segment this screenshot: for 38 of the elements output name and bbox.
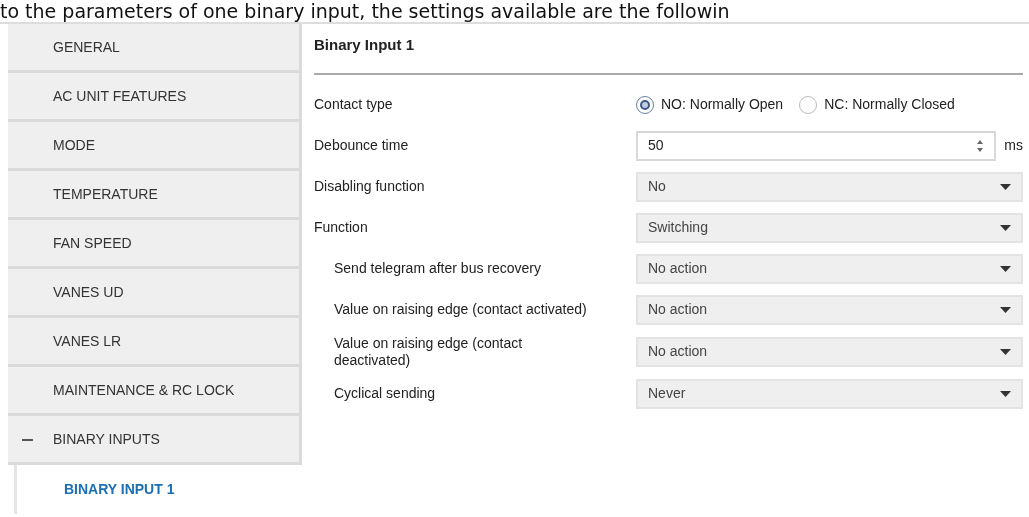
caret-icon <box>1000 224 1011 231</box>
spinner-icon[interactable] <box>976 138 985 153</box>
caret-icon <box>1000 265 1011 272</box>
option-label[interactable]: NC: Normally Closed <box>824 94 955 115</box>
parameter-label: Value on raising edge (contact activated) <box>333 301 588 318</box>
sidebar-item[interactable]: AC UNIT FEATURES <box>8 73 302 122</box>
sidebar-item[interactable]: VANES LR <box>8 318 302 367</box>
parameter-label: Cyclical sending <box>333 385 437 402</box>
sidebar-item[interactable]: MAINTENANCE & RC LOCK <box>8 367 302 416</box>
caret-icon <box>1000 348 1011 355</box>
radio-button[interactable] <box>636 95 654 114</box>
parameter-label: Value on raising edge (contact deactivated) <box>333 334 524 369</box>
sidebar-item[interactable]: VANES UD <box>8 269 302 318</box>
sidebar-item[interactable]: BINARY INPUTS <box>8 416 302 465</box>
parameter-label: Contact type <box>314 96 394 113</box>
unit-label: ms <box>1004 136 1023 155</box>
dropdown[interactable]: No action <box>636 253 1023 284</box>
panel-title: Binary Input 1 <box>314 34 1023 75</box>
parameter-label: Send telegram after bus recovery <box>333 260 542 277</box>
dropdown[interactable]: No action <box>636 294 1023 325</box>
number-field[interactable]: 50 <box>636 130 997 161</box>
parameter-label: Function <box>314 219 369 236</box>
dropdown[interactable]: No action <box>636 336 1023 367</box>
caret-icon <box>1000 183 1011 190</box>
dropdown[interactable]: No <box>636 171 1023 202</box>
sidebar-item[interactable]: FAN SPEED <box>8 220 302 269</box>
dropdown[interactable]: Never <box>636 378 1023 409</box>
sidebar-item[interactable]: GENERAL <box>8 24 302 73</box>
sidebar-item[interactable]: TEMPERATURE <box>8 171 302 220</box>
dropdown[interactable]: Switching <box>636 212 1023 243</box>
parameter-label: Disabling function <box>314 178 426 195</box>
caret-icon <box>1000 306 1011 313</box>
parameter-label: Debounce time <box>314 137 410 154</box>
option-label[interactable]: NO: Normally Open <box>661 94 784 115</box>
caret-icon <box>1000 390 1011 397</box>
sidebar-item[interactable]: MODE <box>8 122 302 171</box>
radio-button[interactable] <box>799 95 818 114</box>
document-text: to the parameters of one binary input, the settings available are the followin <box>0 0 731 22</box>
